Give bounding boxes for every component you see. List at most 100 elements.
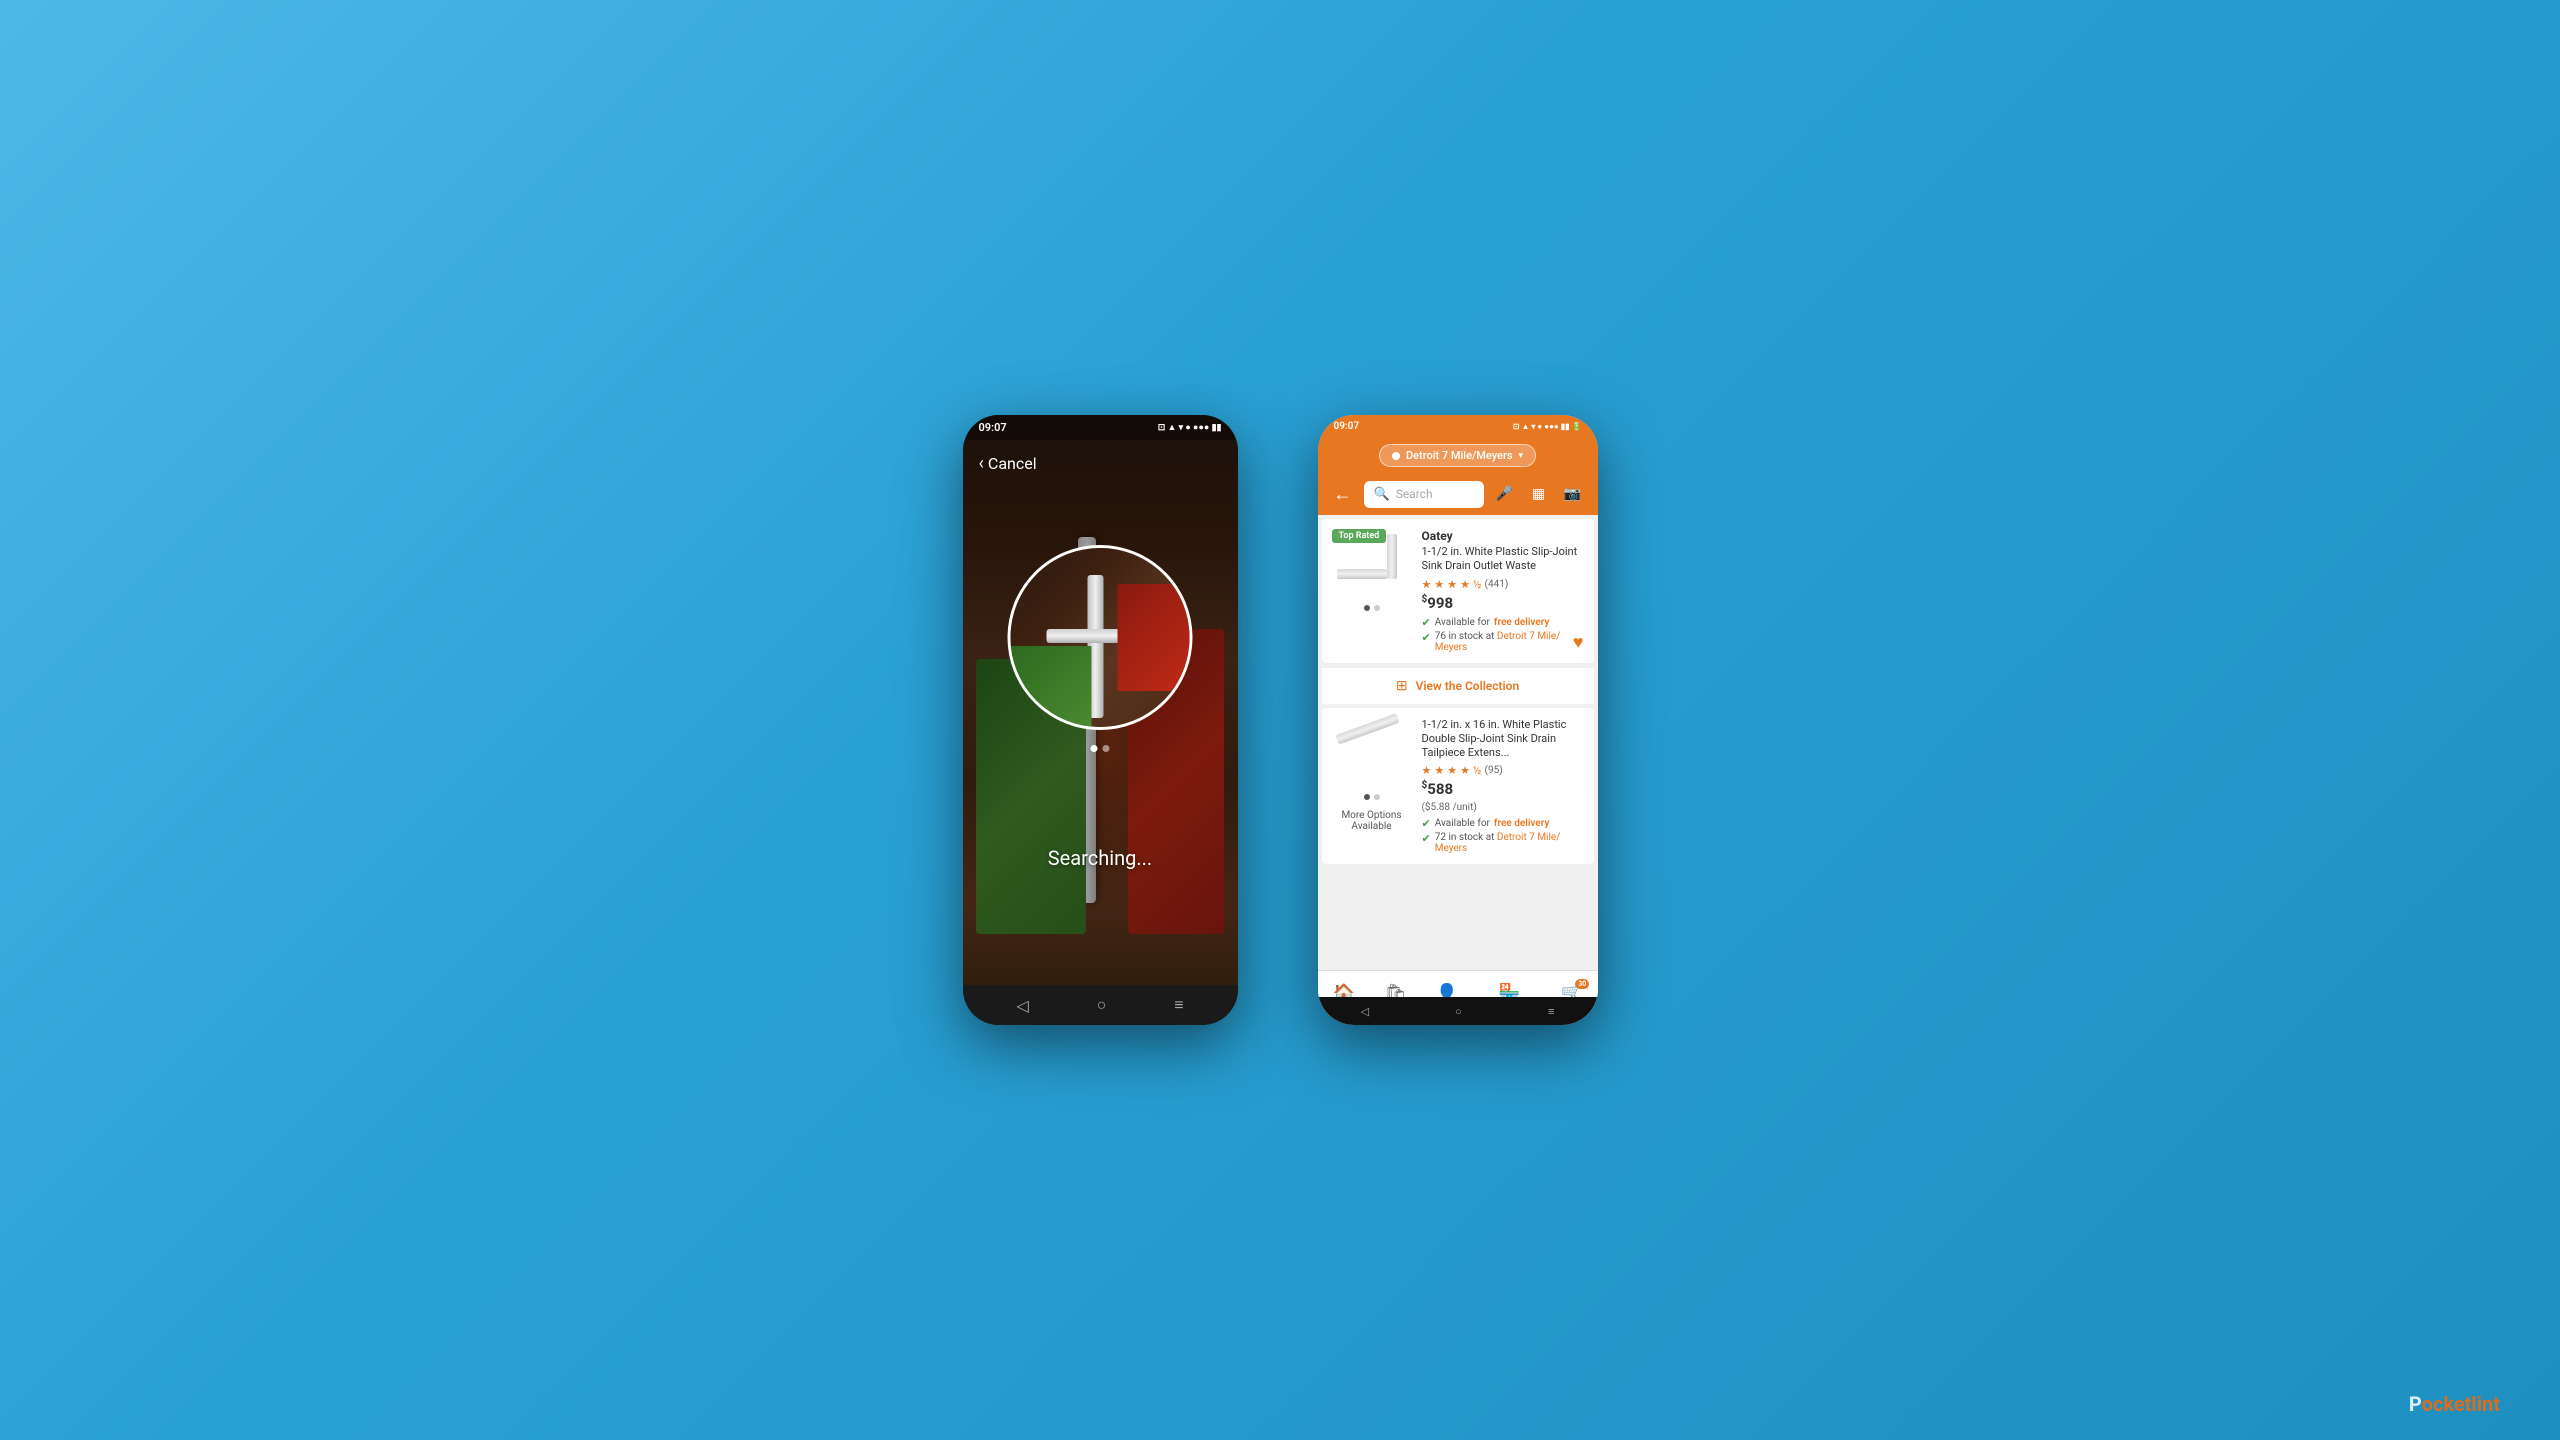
star-3: ★ xyxy=(1447,578,1457,591)
price-cents-1: 98 xyxy=(1436,594,1453,612)
back-button-right[interactable]: ← xyxy=(1328,482,1358,507)
searching-text: Searching... xyxy=(1048,846,1152,870)
dot-2 xyxy=(1103,745,1110,752)
star-1: ★ xyxy=(1422,578,1432,591)
check-icon-delivery-1: ✔ xyxy=(1422,616,1431,629)
product-1-info: Oatey 1-1/2 in. White Plastic Slip-Joint… xyxy=(1422,529,1584,653)
status-icons-symbols: ⊡ ▲ ▾ ● ●●● ▮▮ 🔋 xyxy=(1513,422,1582,431)
cancel-button[interactable]: ‹ Cancel xyxy=(979,453,1037,474)
product-2-image[interactable] xyxy=(1334,718,1409,788)
delivery-text-2: Available for xyxy=(1435,818,1490,829)
watermark-rest: cketlint xyxy=(2433,1392,2500,1416)
view-collection-bar[interactable]: ⊞ View the Collection xyxy=(1322,667,1594,704)
product-card-1: Top Rated xyxy=(1322,519,1594,663)
star-2: ★ xyxy=(1434,578,1444,591)
search-bar: ← 🔍 Search 🎤 ▦ 📷 xyxy=(1318,473,1598,515)
stock-text-2: 72 in stock at Detroit 7 Mile/ Meyers xyxy=(1435,832,1584,854)
microphone-button[interactable]: 🎤 xyxy=(1490,479,1520,509)
watermark-highlight: o xyxy=(2422,1392,2433,1416)
search-viewfinder xyxy=(1008,545,1193,730)
star2-1: ★ xyxy=(1422,764,1432,777)
delivery-info-2: ✔ Available for free delivery xyxy=(1422,817,1584,830)
dot-p1-1 xyxy=(1364,605,1370,611)
products-area: Top Rated xyxy=(1318,515,1598,995)
delivery-text-1: Available for xyxy=(1435,617,1490,628)
pipe-shape-2 xyxy=(1337,725,1407,780)
stock-text-1: 76 in stock at Detroit 7 Mile/ Meyers xyxy=(1435,631,1584,653)
pipe-shape-1 xyxy=(1337,534,1407,594)
status-icons-right: ⊡ ▲ ▾ ● ●●● ▮▮ 🔋 xyxy=(1513,422,1582,431)
product-1-dots xyxy=(1364,605,1380,611)
unit-price-2: ($5.88 /unit) xyxy=(1422,802,1584,813)
back-nav-icon[interactable]: ◁ xyxy=(1016,996,1028,1015)
stock-info-1: ✔ 76 in stock at Detroit 7 Mile/ Meyers xyxy=(1422,631,1584,653)
price-cents-2: 88 xyxy=(1436,780,1453,798)
wishlist-button-1[interactable]: ♥ xyxy=(1573,632,1584,653)
price-dollars-2: 5 xyxy=(1427,780,1436,798)
dot-1 xyxy=(1091,745,1098,752)
more-options-text: More Options Available xyxy=(1332,810,1412,832)
home-nav-icon[interactable]: ○ xyxy=(1097,995,1107,1015)
left-phone: 09:07 ⊡ ▲ ▾ ● ●●● ▮▮ ‹ Cancel xyxy=(963,415,1238,1025)
star2-2: ★ xyxy=(1434,764,1444,777)
free-delivery-link-2[interactable]: free delivery xyxy=(1494,818,1550,829)
android-nav-right: ◁ ○ ≡ xyxy=(1318,997,1598,1025)
time-left: 09:07 xyxy=(979,421,1007,434)
camera-button[interactable]: 📷 xyxy=(1558,479,1588,509)
menu-nav-icon[interactable]: ≡ xyxy=(1174,995,1183,1015)
review-count-1: (441) xyxy=(1485,579,1509,590)
collection-grid-icon: ⊞ xyxy=(1396,678,1408,694)
stock-count-1: 76 xyxy=(1435,631,1446,642)
check-icon-stock-2: ✔ xyxy=(1422,832,1431,845)
right-phone: 09:07 ⊡ ▲ ▾ ● ●●● ▮▮ 🔋 Detroit 7 Mile/Me… xyxy=(1318,415,1598,1025)
price-2: $588 xyxy=(1422,780,1584,798)
star2-half: ½ xyxy=(1473,764,1482,777)
status-bar-right: 09:07 ⊡ ▲ ▾ ● ●●● ▮▮ 🔋 xyxy=(1318,415,1598,438)
search-input-container[interactable]: 🔍 Search xyxy=(1364,481,1484,508)
cart-badge: 30 xyxy=(1575,979,1589,989)
dot-p1-2 xyxy=(1374,605,1380,611)
collection-link: View the Collection xyxy=(1416,679,1520,693)
search-action-buttons: 🎤 ▦ 📷 xyxy=(1490,479,1588,509)
back-arrow-icon: ‹ xyxy=(979,453,984,474)
search-placeholder-text: Search xyxy=(1396,487,1474,501)
star-4: ★ xyxy=(1460,578,1470,591)
stock-count-2: 72 xyxy=(1435,832,1446,843)
phones-container: 09:07 ⊡ ▲ ▾ ● ●●● ▮▮ ‹ Cancel xyxy=(963,415,1598,1025)
product-card-2: More Options Available 1-1/2 in. x 16 in… xyxy=(1322,708,1594,865)
rating-1: ★ ★ ★ ★ ½ (441) xyxy=(1422,578,1584,591)
location-pill[interactable]: Detroit 7 Mile/Meyers ▾ xyxy=(1379,444,1536,467)
status-icons-left: ⊡ ▲ ▾ ● ●●● ▮▮ xyxy=(1158,422,1222,433)
pocketlint-watermark: Pocketlint xyxy=(2409,1392,2500,1416)
product-1-image[interactable] xyxy=(1334,529,1409,599)
product-title-2[interactable]: 1-1/2 in. x 16 in. White Plastic Double … xyxy=(1422,718,1584,761)
viewfinder-dots xyxy=(1091,745,1110,752)
star2-3: ★ xyxy=(1447,764,1457,777)
product-1-inner: Oatey 1-1/2 in. White Plastic Slip-Joint… xyxy=(1332,529,1584,653)
stock-label-1: in stock at xyxy=(1448,631,1494,642)
android-home-right[interactable]: ○ xyxy=(1455,1005,1462,1018)
viewfinder-content xyxy=(1011,548,1190,727)
android-menu-right[interactable]: ≡ xyxy=(1548,1005,1554,1018)
star2-4: ★ xyxy=(1460,764,1470,777)
circle-red-bg xyxy=(1118,584,1190,691)
rating-2: ★ ★ ★ ★ ½ (95) xyxy=(1422,764,1584,777)
product-1-image-area xyxy=(1332,529,1412,611)
circle-green-bg xyxy=(1011,646,1092,727)
check-icon-delivery-2: ✔ xyxy=(1422,817,1431,830)
signal-icons: ⊡ ▲ ▾ ● ●●● ▮▮ xyxy=(1158,422,1222,433)
search-magnify-icon: 🔍 xyxy=(1374,487,1390,502)
product-title-1[interactable]: 1-1/2 in. White Plastic Slip-Joint Sink … xyxy=(1422,545,1584,574)
free-delivery-link-1[interactable]: free delivery xyxy=(1494,617,1550,628)
dot-p2-2 xyxy=(1374,794,1380,800)
barcode-button[interactable]: ▦ xyxy=(1524,479,1554,509)
product-2-inner: More Options Available 1-1/2 in. x 16 in… xyxy=(1332,718,1584,855)
location-label: Detroit 7 Mile/Meyers xyxy=(1406,449,1513,462)
android-back-right[interactable]: ◁ xyxy=(1361,1005,1369,1018)
time-right: 09:07 xyxy=(1334,421,1360,432)
price-dollars-1: 9 xyxy=(1427,594,1436,612)
star-half: ½ xyxy=(1473,578,1482,591)
left-header: ‹ Cancel xyxy=(963,445,1238,482)
location-bar: Detroit 7 Mile/Meyers ▾ xyxy=(1318,438,1598,473)
dot-p2-1 xyxy=(1364,794,1370,800)
